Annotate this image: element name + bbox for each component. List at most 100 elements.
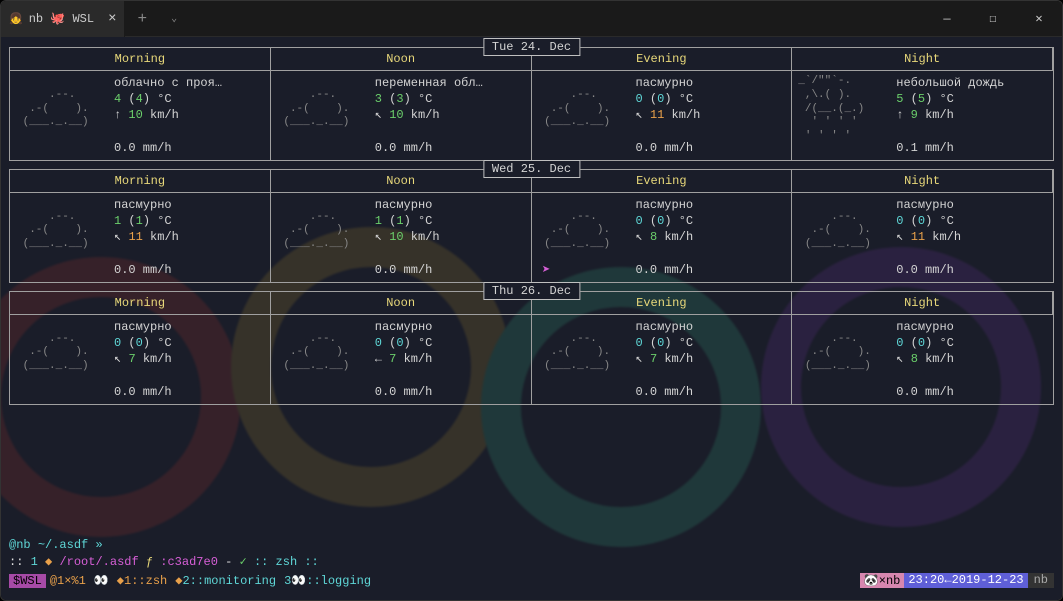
weather-data: облачно с проя…4 (4) °C↑ 10 km/h 0.0 mm/… (114, 75, 264, 156)
wind-value: 10 (128, 108, 142, 122)
period-header: Night (792, 48, 1053, 71)
prompt-symbol: » (95, 538, 102, 552)
temp-value: 4 (114, 92, 121, 106)
temp-value: 5 (896, 92, 903, 106)
weather-cell: .--. .-( ). (___._.__) пасмурно0 (0) °C↖… (10, 315, 271, 404)
temp-value: 0 (896, 336, 903, 350)
condition-text: пасмурно (114, 197, 264, 213)
weather-data: пасмурно0 (0) °C↖ 8 km/h 0.0 mm/h (636, 197, 786, 278)
condition-text: пасмурно (114, 319, 264, 335)
precip-value: 0.0 mm/h (114, 141, 172, 155)
period-header: Morning (10, 170, 271, 193)
shell-prompt: @nb ~/.asdf » (9, 538, 1054, 552)
wind-value: 7 (650, 352, 657, 366)
wind-value: 11 (650, 108, 664, 122)
temp-value: 0 (114, 336, 121, 350)
temp-value: 1 (375, 214, 382, 228)
weather-data: пасмурно0 (0) °C← 7 km/h 0.0 mm/h (375, 319, 525, 400)
precip-value: 0.1 mm/h (896, 141, 954, 155)
weather-data: пасмурно0 (0) °C↖ 7 km/h 0.0 mm/h (636, 319, 786, 400)
new-tab-button[interactable]: + (125, 10, 159, 28)
weather-cell: .--. .-( ). (___._.__) пасмурно1 (1) °C↖… (271, 193, 532, 282)
wind-value: 8 (911, 352, 918, 366)
condition-text: пасмурно (375, 197, 525, 213)
weather-cell: .--. .-( ). (___._.__) пасмурно1 (1) °C↖… (10, 193, 271, 282)
period-header: Morning (10, 292, 271, 315)
precip-value: 0.0 mm/h (636, 141, 694, 155)
period-header: Morning (10, 48, 271, 71)
tmux-window-3[interactable]: 3👀::logging (280, 573, 375, 588)
tmux-window-2[interactable]: 2::monitoring (182, 574, 276, 588)
weather-cell: .--. .-( ). (___._.__) пасмурно0 (0) °C↖… (532, 315, 793, 404)
precip-value: 0.0 mm/h (896, 263, 954, 277)
precip-value: 0.0 mm/h (375, 263, 433, 277)
maximize-button[interactable]: ☐ (970, 1, 1016, 36)
weather-data: пасмурно0 (0) °C↖ 8 km/h 0.0 mm/h (896, 319, 1047, 400)
weather-cell: .--. .-( ). (___._.__) переменная обл…3 … (271, 71, 532, 160)
precip-value: 0.0 mm/h (375, 141, 433, 155)
close-tab-icon[interactable]: × (108, 11, 116, 27)
date-label: Thu 26. Dec (483, 282, 580, 300)
condition-text: пасмурно (896, 319, 1047, 335)
terminal-viewport[interactable]: Tue 24. DecMorningNoonEveningNight .--. … (1, 37, 1062, 600)
tmux-status-bar: $WSL @1×%1 👀 ◆1::zsh ◆2::monitoring 3👀::… (9, 573, 1054, 588)
condition-text: пасмурно (896, 197, 1047, 213)
wind-dir-icon: ↖ (636, 352, 643, 366)
weather-cell: .--. .-( ). (___._.__) пасмурно0 (0) °C↖… (792, 193, 1053, 282)
weather-cell: _`/""`-. ,\.( ). /(__.(_.) ' ' ' ' ' ' '… (792, 71, 1053, 160)
weather-data: пасмурно0 (0) °C↖ 11 km/h 0.0 mm/h (896, 197, 1047, 278)
weather-cell: .--. .-( ). (___._.__) пасмурно0 (0) °C↖… (532, 71, 793, 160)
condition-text: переменная обл… (375, 75, 525, 91)
cloud-icon: .--. .-( ). (___._.__) (538, 75, 628, 156)
condition-text: пасмурно (375, 319, 525, 335)
minimize-button[interactable]: — (924, 1, 970, 36)
tmux-window-1[interactable]: 1::zsh (124, 574, 167, 588)
wind-value: 9 (911, 108, 918, 122)
close-window-button[interactable]: ✕ (1016, 1, 1062, 36)
cloud-icon: .--. .-( ). (___._.__) (277, 75, 367, 156)
weather-cell: .--. .-( ). (___._.__) пасмурно0 (0) °C↖… (792, 315, 1053, 404)
prompt-path: ~/.asdf (38, 538, 88, 552)
weather-cell: .--. .-( ). (___._.__) пасмурно0 (0) °C←… (271, 315, 532, 404)
cloud-icon: .--. .-( ). (___._.__) (798, 319, 888, 400)
precip-value: 0.0 mm/h (375, 385, 433, 399)
wind-value: 8 (650, 230, 657, 244)
prompt-user: @nb (9, 538, 31, 552)
weather-data: переменная обл…3 (3) °C↖ 10 km/h 0.0 mm/… (375, 75, 525, 156)
cloud-icon: .--. .-( ). (___._.__) (16, 319, 106, 400)
rain-icon: _`/""`-. ,\.( ). /(__.(_.) ' ' ' ' ' ' '… (798, 75, 888, 156)
weather-day: Wed 25. DecMorningNoonEveningNight .--. … (9, 169, 1054, 283)
cloud-icon: .--. .-( ). (___._.__) (538, 197, 628, 278)
temp-value: 0 (636, 336, 643, 350)
condition-text: пасмурно (636, 319, 786, 335)
wind-dir-icon: ↖ (114, 230, 121, 244)
period-header: Night (792, 292, 1053, 315)
weather-day: Thu 26. DecMorningNoonEveningNight .--. … (9, 291, 1054, 405)
shell-status-line: :: 1 ◆ /root/.asdf ƒ :c3ad7e0 - ✓ :: zsh… (9, 554, 1054, 569)
wind-dir-icon: ↖ (896, 230, 903, 244)
weather-data: небольшой дождь5 (5) °C↑ 9 km/h 0.1 mm/h (896, 75, 1047, 156)
session-segment: @1×%1 (46, 574, 90, 588)
weather-day: Tue 24. DecMorningNoonEveningNight .--. … (9, 47, 1054, 161)
wind-dir-icon: ↖ (636, 230, 643, 244)
wind-dir-icon: ↖ (896, 352, 903, 366)
weather-data: пасмурно0 (0) °C↖ 11 km/h 0.0 mm/h (636, 75, 786, 156)
wind-dir-icon: ← (375, 352, 382, 366)
wind-dir-icon: ↑ (896, 108, 903, 122)
condition-text: пасмурно (636, 197, 786, 213)
cloud-icon: .--. .-( ). (___._.__) (538, 319, 628, 400)
precip-value: 0.0 mm/h (896, 385, 954, 399)
terminal-tab[interactable]: 👧 nb 🐙 WSL × (1, 1, 125, 37)
wind-dir-icon: ↖ (375, 108, 382, 122)
tab-icon: 👧 (9, 12, 23, 26)
datetime-segment: 23:20←2019-12-23 (904, 573, 1027, 588)
temp-value: 0 (636, 214, 643, 228)
tab-dropdown-button[interactable]: ⌄ (159, 13, 189, 25)
weather-data: пасмурно0 (0) °C↖ 7 km/h 0.0 mm/h (114, 319, 264, 400)
weather-data: пасмурно1 (1) °C↖ 11 km/h 0.0 mm/h (114, 197, 264, 278)
wind-value: 7 (128, 352, 135, 366)
date-label: Tue 24. Dec (483, 38, 580, 56)
eyes-icon: 👀 (90, 573, 113, 588)
wind-dir-icon: ↑ (114, 108, 121, 122)
tab-title: nb 🐙 WSL (29, 11, 94, 26)
